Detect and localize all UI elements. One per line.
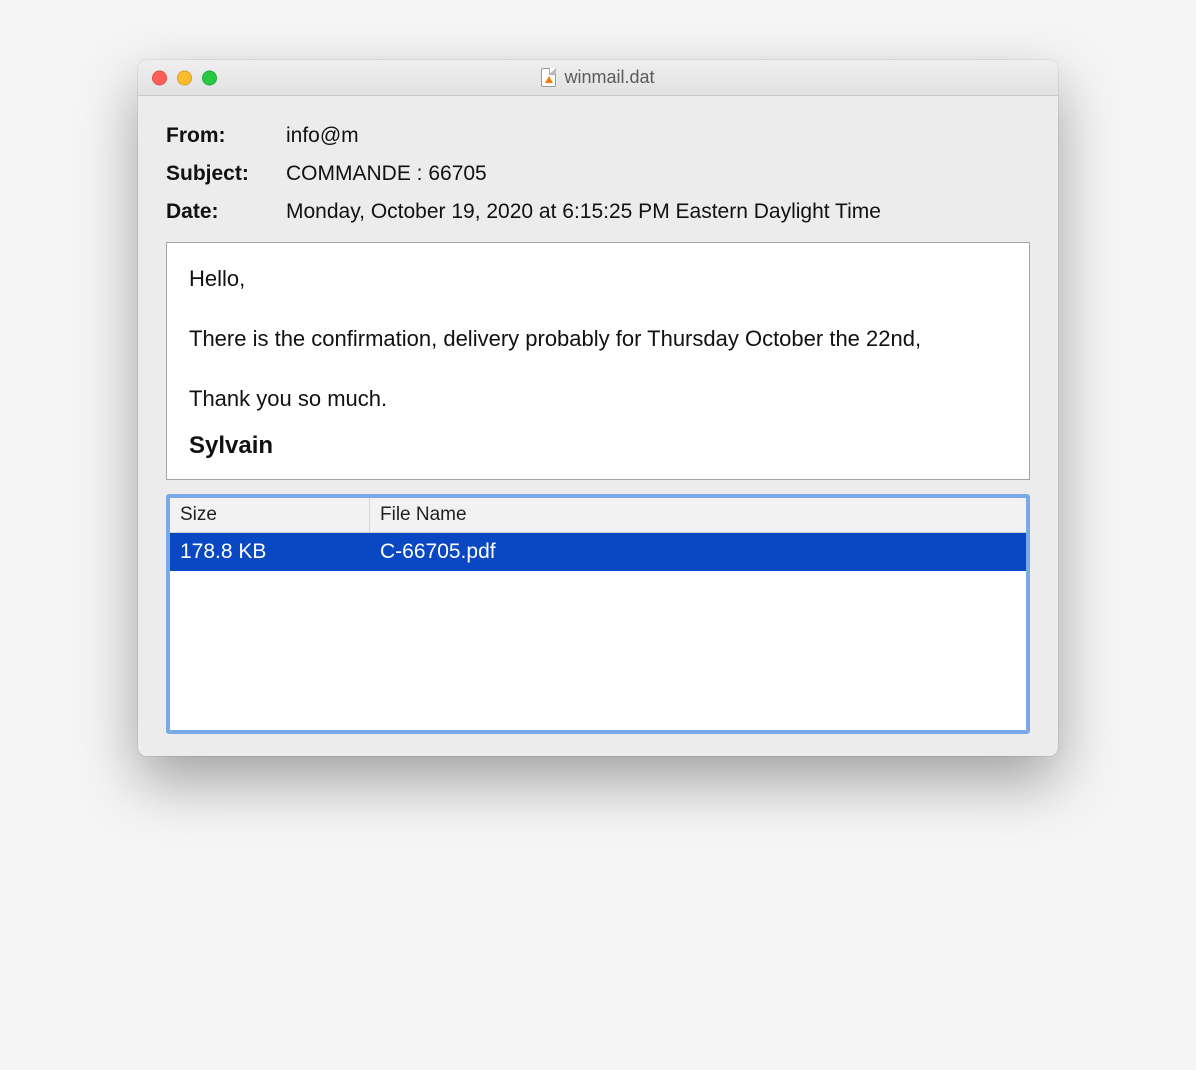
from-value: info@m bbox=[286, 124, 1030, 148]
attachment-size: 178.8 KB bbox=[180, 540, 380, 564]
window-content: From: info@m Subject: COMMANDE : 66705 D… bbox=[138, 96, 1058, 756]
email-meta: From: info@m Subject: COMMANDE : 66705 D… bbox=[166, 124, 1030, 224]
body-line: There is the confirmation, delivery prob… bbox=[189, 323, 1007, 355]
minimize-icon[interactable] bbox=[177, 70, 192, 85]
traffic-lights bbox=[152, 70, 217, 85]
zoom-icon[interactable] bbox=[202, 70, 217, 85]
attachment-filename: C-66705.pdf bbox=[380, 540, 1016, 564]
body-thanks: Thank you so much. bbox=[189, 383, 1007, 415]
date-label: Date: bbox=[166, 200, 286, 224]
document-icon bbox=[541, 68, 556, 87]
from-label: From: bbox=[166, 124, 286, 148]
body-greeting: Hello, bbox=[189, 263, 1007, 295]
attachments-table[interactable]: Size File Name 178.8 KB C-66705.pdf bbox=[166, 494, 1030, 734]
email-body[interactable]: Hello, There is the confirmation, delive… bbox=[166, 242, 1030, 480]
window-title: winmail.dat bbox=[564, 67, 654, 88]
subject-value: COMMANDE : 66705 bbox=[286, 162, 1030, 186]
date-value: Monday, October 19, 2020 at 6:15:25 PM E… bbox=[286, 200, 1030, 224]
attachments-header-row: Size File Name bbox=[170, 498, 1026, 533]
app-window: winmail.dat From: info@m Subject: COMMAN… bbox=[138, 60, 1058, 756]
meta-from-row: From: info@m bbox=[166, 124, 1030, 148]
col-header-size[interactable]: Size bbox=[170, 498, 370, 532]
window-title-group: winmail.dat bbox=[541, 67, 654, 88]
meta-subject-row: Subject: COMMANDE : 66705 bbox=[166, 162, 1030, 186]
body-signature: Sylvain bbox=[189, 429, 1007, 464]
meta-date-row: Date: Monday, October 19, 2020 at 6:15:2… bbox=[166, 200, 1030, 224]
titlebar[interactable]: winmail.dat bbox=[138, 60, 1058, 96]
col-header-filename[interactable]: File Name bbox=[370, 498, 1026, 532]
attachment-row[interactable]: 178.8 KB C-66705.pdf bbox=[170, 533, 1026, 571]
close-icon[interactable] bbox=[152, 70, 167, 85]
subject-label: Subject: bbox=[166, 162, 286, 186]
